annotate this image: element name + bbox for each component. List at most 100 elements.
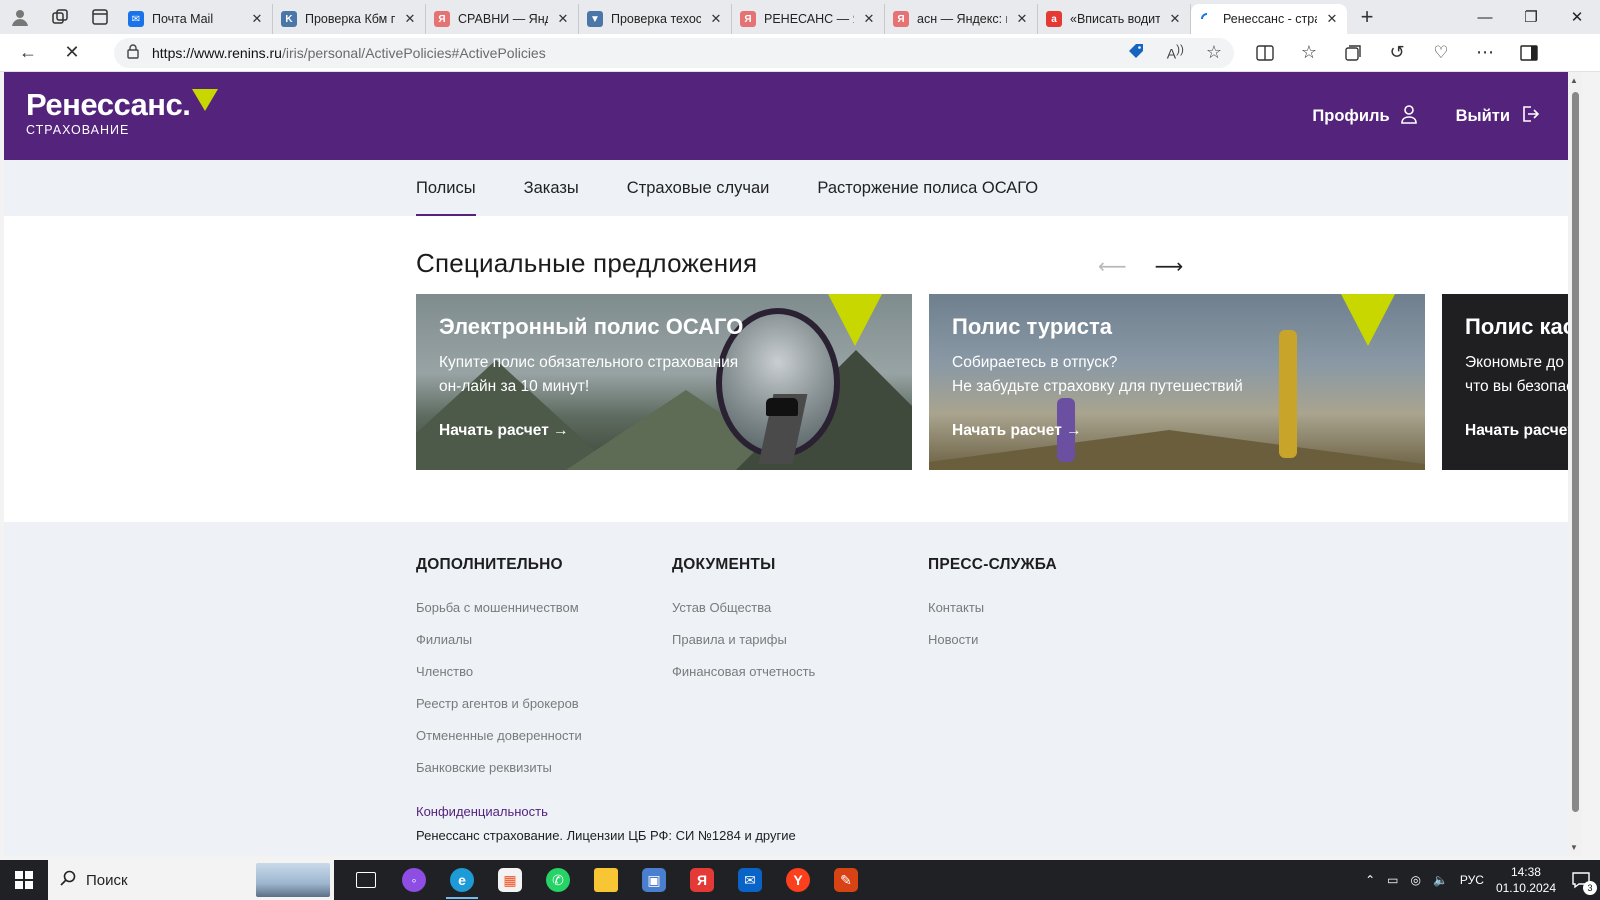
footer-link[interactable]: Контакты: [928, 592, 1057, 624]
offer-card-kasko[interactable]: Полис каск Экономьте до 5 что вы безопас…: [1442, 294, 1582, 470]
browser-tab[interactable]: K Проверка Кбм по ✕: [273, 4, 426, 34]
footer-link[interactable]: Банковские реквизиты: [416, 752, 582, 784]
more-options-icon[interactable]: ⋯: [1468, 36, 1502, 70]
scroll-up-icon[interactable]: ▲: [1570, 76, 1578, 85]
start-calculation-link[interactable]: Начать расчет →: [439, 422, 569, 440]
remote-desktop-icon[interactable]: ▣: [630, 860, 678, 900]
footer-link[interactable]: Борьба с мошенничеством: [416, 592, 582, 624]
task-view-icon[interactable]: [342, 860, 390, 900]
page-scrollbar[interactable]: ▲ ▼: [1568, 72, 1582, 856]
nav-osago-termination[interactable]: Расторжение полиса ОСАГО: [817, 160, 1038, 216]
edge-browser-icon[interactable]: e: [438, 860, 486, 900]
network-icon[interactable]: ▭: [1387, 873, 1398, 887]
close-icon[interactable]: ✕: [250, 11, 264, 27]
yandex-app-icon[interactable]: Y: [774, 860, 822, 900]
close-icon[interactable]: ✕: [1168, 11, 1182, 27]
scrollbar-thumb[interactable]: [1572, 92, 1579, 812]
new-tab-button[interactable]: +: [1347, 4, 1387, 30]
footer-link[interactable]: Филиалы: [416, 624, 582, 656]
read-aloud-icon[interactable]: A)): [1167, 43, 1184, 62]
offer-card-tourist[interactable]: Полис туриста Собираетесь в отпуск? Не з…: [929, 294, 1425, 470]
favorites-icon[interactable]: ☆: [1292, 36, 1326, 70]
close-window-icon[interactable]: ✕: [1554, 0, 1600, 34]
url-field[interactable]: https://www.renins.ru/iris/personal/Acti…: [114, 37, 1234, 68]
split-screen-icon[interactable]: [1248, 36, 1282, 70]
sidebar-toggle-icon[interactable]: [1512, 36, 1546, 70]
browser-tab[interactable]: Я СРАВНИ — Яндекс ✕: [426, 4, 579, 34]
chevron-up-icon[interactable]: ⌃: [1365, 873, 1375, 887]
footer-heading: ПРЕСС-СЛУЖБА: [928, 556, 1057, 573]
footer-link[interactable]: Правила и тарифы: [672, 624, 815, 656]
browser-tab[interactable]: ▼ Проверка техосм ✕: [579, 4, 732, 34]
paint-app-icon[interactable]: ✎: [822, 860, 870, 900]
close-icon[interactable]: ✕: [556, 11, 570, 27]
car-icon: [766, 398, 798, 416]
workspaces-icon[interactable]: [40, 0, 80, 34]
privacy-link[interactable]: Конфиденциальность: [416, 804, 548, 819]
footer-link[interactable]: Новости: [928, 624, 1057, 656]
stop-loading-icon[interactable]: ✕: [54, 35, 90, 71]
close-icon[interactable]: ✕: [1015, 11, 1029, 27]
tab-label: РЕНЕСАНС — Янд: [764, 12, 854, 26]
profile-icon[interactable]: [0, 0, 40, 34]
start-calculation-link[interactable]: Начать расчет →: [952, 422, 1082, 440]
system-clock[interactable]: 14:38 01.10.2024: [1496, 864, 1556, 896]
close-icon[interactable]: ✕: [862, 11, 876, 27]
notifications-icon[interactable]: 3: [1568, 869, 1597, 895]
search-placeholder: Поиск: [86, 871, 128, 889]
back-arrow-icon[interactable]: ←: [10, 35, 46, 71]
offers-title: Специальные предложения: [416, 248, 758, 278]
close-icon[interactable]: ✕: [1325, 11, 1339, 27]
lock-icon[interactable]: [126, 43, 140, 62]
browser-tab-active[interactable]: Ренессанс - стра ✕: [1191, 4, 1347, 34]
yandex-browser-icon[interactable]: Я: [678, 860, 726, 900]
coupon-tag-icon[interactable]: [1127, 42, 1145, 63]
nav-orders[interactable]: Заказы: [524, 160, 579, 216]
footer-link[interactable]: Устав Общества: [672, 592, 815, 624]
browser-tab[interactable]: Я РЕНЕСАНС — Янд ✕: [732, 4, 885, 34]
footer-link[interactable]: Реестр агентов и брокеров: [416, 688, 582, 720]
license-text: Ренессанс страхование. Лицензии ЦБ РФ: С…: [416, 828, 796, 843]
nav-policies[interactable]: Полисы: [416, 160, 476, 216]
close-icon[interactable]: ✕: [403, 11, 417, 27]
header-actions: Профиль Выйти: [1312, 104, 1540, 129]
arrow-right-icon[interactable]: ⟶: [1155, 254, 1184, 279]
alice-assistant-icon[interactable]: ◦: [390, 860, 438, 900]
microsoft-store-icon[interactable]: ▦: [486, 860, 534, 900]
arrow-left-icon[interactable]: ⟵: [1098, 254, 1127, 279]
mail-app-icon[interactable]: ✉: [726, 860, 774, 900]
minimize-icon[interactable]: —: [1462, 0, 1508, 34]
browser-essentials-icon[interactable]: ♡: [1424, 36, 1458, 70]
browser-tab[interactable]: Я асн — Яндекс: на ✕: [885, 4, 1038, 34]
url-host: https://www.renins.ru: [152, 44, 282, 61]
start-calculation-link[interactable]: Начать расчет: [1465, 422, 1575, 440]
renaissance-logo[interactable]: Ренессанс. СТРАХОВАНИЕ: [26, 88, 218, 137]
site-header: Ренессанс. СТРАХОВАНИЕ Профиль Выйти: [4, 72, 1582, 160]
footer-link[interactable]: Финансовая отчетность: [672, 656, 815, 688]
file-explorer-icon[interactable]: [582, 860, 630, 900]
volume-mute-icon[interactable]: 🔈: [1433, 873, 1448, 887]
footer-link[interactable]: Отмененные доверенности: [416, 720, 582, 752]
close-icon[interactable]: ✕: [709, 11, 723, 27]
favorite-star-icon[interactable]: ☆: [1206, 42, 1222, 63]
whatsapp-icon[interactable]: ✆: [534, 860, 582, 900]
offer-card-title: Полис туриста: [952, 314, 1113, 339]
language-indicator[interactable]: РУС: [1460, 873, 1484, 887]
restore-icon[interactable]: ❐: [1508, 0, 1554, 34]
tab-label: Проверка техосм: [611, 12, 701, 26]
offer-card-osago[interactable]: Электронный полис ОСАГО Купите полис обя…: [416, 294, 912, 470]
tab-actions-icon[interactable]: [80, 0, 120, 34]
browser-tab[interactable]: ✉ Почта Mail ✕: [120, 4, 273, 34]
windows-start-icon[interactable]: [0, 860, 48, 900]
profile-button[interactable]: Профиль: [1312, 104, 1417, 129]
webcam-icon[interactable]: ◎: [1410, 873, 1420, 887]
scroll-down-icon[interactable]: ▼: [1570, 843, 1578, 852]
browser-tab[interactable]: а «Вписать водител ✕: [1038, 4, 1191, 34]
history-icon[interactable]: ↺: [1380, 36, 1414, 70]
collections-icon[interactable]: [1336, 36, 1370, 70]
nav-insurance-cases[interactable]: Страховые случаи: [627, 160, 770, 216]
footer-column-press: ПРЕСС-СЛУЖБА Контакты Новости: [928, 556, 1057, 656]
footer-link[interactable]: Членство: [416, 656, 582, 688]
taskbar-search-field[interactable]: Поиск: [48, 860, 334, 900]
logout-button[interactable]: Выйти: [1456, 104, 1540, 129]
